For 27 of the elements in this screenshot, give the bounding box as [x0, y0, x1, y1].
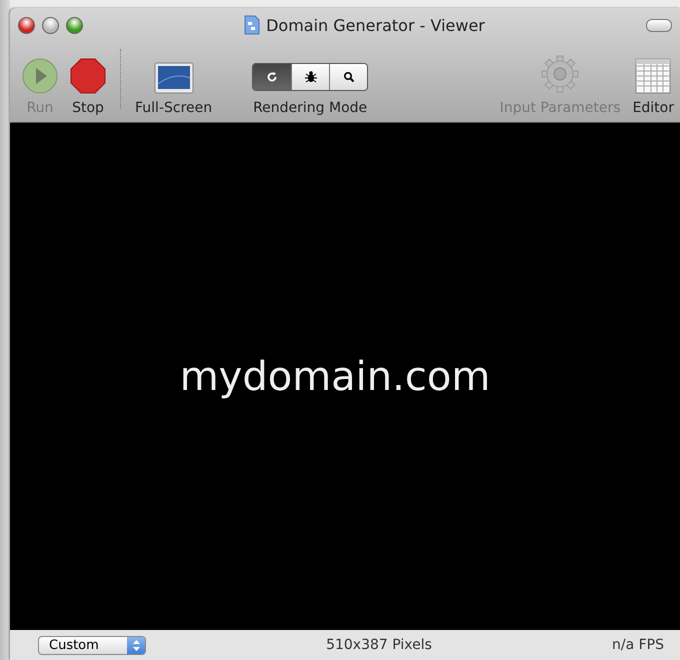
rendering-mode-label: Rendering Mode [253, 100, 368, 116]
gear-icon [540, 54, 580, 94]
updown-arrows-icon [132, 640, 140, 650]
toolbar-toggle-button[interactable] [646, 18, 672, 32]
rendering-mode-segment[interactable] [329, 64, 368, 90]
refresh-icon [266, 71, 278, 83]
rendered-text: mydomain.com [180, 354, 490, 400]
stop-toolbar-button[interactable]: Stop [64, 58, 112, 116]
dimensions-text: 510x387 Pixels [326, 637, 432, 653]
rendering-mode-segment[interactable] [291, 64, 330, 90]
document-icon [244, 15, 260, 35]
editor-toolbar-button[interactable]: Editor [626, 58, 680, 116]
window-title: Domain Generator - Viewer [266, 16, 485, 34]
bug-icon [304, 70, 318, 84]
monitor-icon [154, 62, 194, 94]
rendering-mode-control[interactable] [252, 63, 368, 91]
size-popup-button[interactable]: Custom [38, 636, 146, 654]
close-button[interactable] [18, 16, 35, 34]
search-icon [342, 71, 355, 83]
zoom-button[interactable] [66, 16, 83, 34]
stop-icon [70, 58, 106, 94]
rendering-mode-segment[interactable] [253, 64, 292, 90]
fullscreen-toolbar-button[interactable]: Full-Screen [129, 62, 218, 116]
grid-sheet-icon [635, 58, 672, 94]
play-icon [22, 58, 58, 94]
minimize-button[interactable] [42, 16, 59, 34]
fps-text: n/a FPS [612, 637, 664, 653]
